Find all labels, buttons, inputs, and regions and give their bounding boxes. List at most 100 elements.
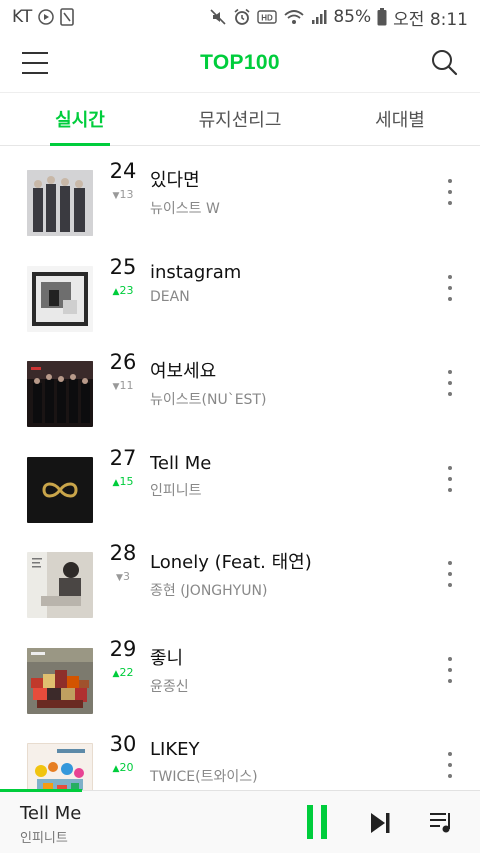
- chart-row[interactable]: 29 ▲22 좋니 윤종신: [0, 624, 480, 720]
- signal-icon: [311, 9, 327, 25]
- more-vertical-icon: [448, 370, 452, 374]
- more-vertical-icon-dot: [448, 487, 452, 492]
- now-playing-artist: 인피니트: [20, 831, 68, 846]
- hamburger-icon-line: [22, 62, 48, 64]
- rank-number: 29: [109, 636, 137, 661]
- tab-musician-league[interactable]: 뮤지션리그: [160, 93, 320, 145]
- artist-name: DEAN: [150, 288, 190, 305]
- rank-change-value: 20: [119, 761, 134, 774]
- more-vertical-icon-dot: [448, 296, 452, 301]
- rank-number: 27: [109, 445, 137, 470]
- rank-change: ▲15: [104, 474, 142, 491]
- album-art: [27, 170, 93, 236]
- mute-icon: [209, 8, 227, 26]
- more-options-button[interactable]: [442, 273, 458, 303]
- rank-number: 24: [109, 159, 137, 183]
- rank-number: 30: [109, 732, 137, 756]
- more-options-button[interactable]: [442, 559, 458, 589]
- skip-next-icon: [371, 813, 390, 833]
- rank-change-value: 15: [119, 474, 134, 488]
- search-button[interactable]: [430, 48, 458, 76]
- more-vertical-icon: [448, 179, 452, 183]
- more-options-button[interactable]: [442, 655, 458, 685]
- app-notification-icon: [60, 8, 75, 26]
- next-track-button[interactable]: [368, 811, 392, 835]
- alarm-icon: [233, 8, 251, 26]
- more-options-button[interactable]: [442, 464, 458, 494]
- album-art: [27, 361, 93, 427]
- more-options-button[interactable]: [442, 368, 458, 398]
- rank-change-value: 22: [119, 665, 134, 679]
- chart-row[interactable]: 26 ▼11 여보세요 뉴이스트(NU`EST): [0, 337, 480, 433]
- more-vertical-icon-dot: [448, 774, 452, 778]
- album-art: [27, 552, 93, 618]
- album-art: [27, 647, 93, 714]
- artist-name: 뉴이스트 W: [150, 201, 220, 217]
- mini-player[interactable]: Tell Me 인피니트: [0, 789, 480, 853]
- more-vertical-icon: [448, 465, 452, 470]
- more-options-button[interactable]: [442, 750, 458, 780]
- rank-change: ▲20: [104, 760, 142, 777]
- app-header: TOP100: [0, 34, 480, 92]
- pause-icon: [307, 805, 313, 839]
- wifi-icon: [283, 8, 305, 26]
- chart-row[interactable]: 30 ▲20 LIKEY TWICE(트와이스): [0, 719, 480, 790]
- more-vertical-icon-dot: [448, 476, 452, 481]
- rank-change: ▲23: [104, 283, 142, 300]
- hd-voice-icon: HD: [257, 9, 278, 25]
- playback-progress-bar[interactable]: [0, 789, 82, 792]
- chart-row[interactable]: 24 ▼13 있다면 뉴이스트 W: [0, 146, 480, 242]
- song-title: 여보세요: [150, 361, 217, 382]
- rank-number: 28: [109, 541, 137, 565]
- chart-row[interactable]: 27 ▲15 Tell Me 인피니트: [0, 433, 480, 529]
- now-playing-title: Tell Me: [20, 803, 82, 824]
- more-vertical-icon-dot: [448, 392, 452, 396]
- artist-name: 종현 (JONGHYUN): [150, 583, 268, 599]
- hamburger-icon: [22, 52, 48, 54]
- rank-change: ▲22: [104, 665, 142, 682]
- chart-row[interactable]: 25 ▲23 instagram DEAN: [0, 242, 480, 338]
- play-notification-icon: [38, 9, 54, 25]
- more-vertical-icon: [448, 752, 452, 756]
- rank-change-value: 11: [119, 379, 134, 392]
- tab-generation[interactable]: 세대별: [320, 93, 480, 145]
- more-vertical-icon: [448, 656, 452, 661]
- song-title: instagram: [150, 261, 242, 283]
- playlist-icon: [430, 813, 450, 833]
- playlist-button[interactable]: [428, 808, 456, 836]
- down-arrow-icon: ▼: [116, 573, 123, 583]
- battery-icon: [377, 8, 387, 26]
- rank-number: 26: [109, 350, 137, 374]
- rank-change-value: 13: [119, 188, 134, 201]
- artist-name: 인피니트: [150, 482, 202, 499]
- search-icon: [432, 50, 458, 76]
- rank-change: ▼3: [104, 569, 142, 586]
- rank-change: ▼13: [104, 187, 142, 204]
- chart-row[interactable]: 28 ▼3 Lonely (Feat. 태연) 종현 (JONGHYUN): [0, 528, 480, 624]
- menu-button[interactable]: [22, 50, 50, 76]
- chart-tabs: 실시간 뮤지션리그 세대별: [0, 92, 480, 146]
- album-art: [27, 743, 93, 790]
- more-vertical-icon-dot: [448, 763, 452, 767]
- more-options-button[interactable]: [442, 177, 458, 207]
- artist-name: 윤종신: [150, 678, 189, 695]
- clock: 오전 8:11: [393, 9, 468, 30]
- rank-change: ▼11: [104, 378, 142, 395]
- pause-button[interactable]: [305, 805, 329, 839]
- rank-change-value: 3: [122, 570, 130, 583]
- pause-icon-bar: [321, 805, 327, 839]
- hamburger-icon-line: [22, 72, 48, 74]
- page-title: TOP100: [200, 51, 280, 74]
- more-vertical-icon-dot: [448, 572, 452, 576]
- album-art: [27, 265, 93, 332]
- tab-realtime[interactable]: 실시간: [0, 93, 160, 145]
- more-vertical-icon-dot: [448, 201, 452, 205]
- status-bar: KT HD 85% 오전 8:11: [0, 0, 480, 34]
- chart-list: 24 ▼13 있다면 뉴이스트 W 25 ▲23 instagram DEAN …: [0, 146, 480, 790]
- more-vertical-icon-dot: [448, 667, 452, 672]
- song-title: 있다면: [150, 170, 200, 191]
- artist-name: TWICE(트와이스): [150, 769, 258, 785]
- more-vertical-icon: [448, 274, 452, 279]
- more-vertical-icon-dot: [448, 285, 452, 290]
- carrier-label: KT: [12, 7, 33, 27]
